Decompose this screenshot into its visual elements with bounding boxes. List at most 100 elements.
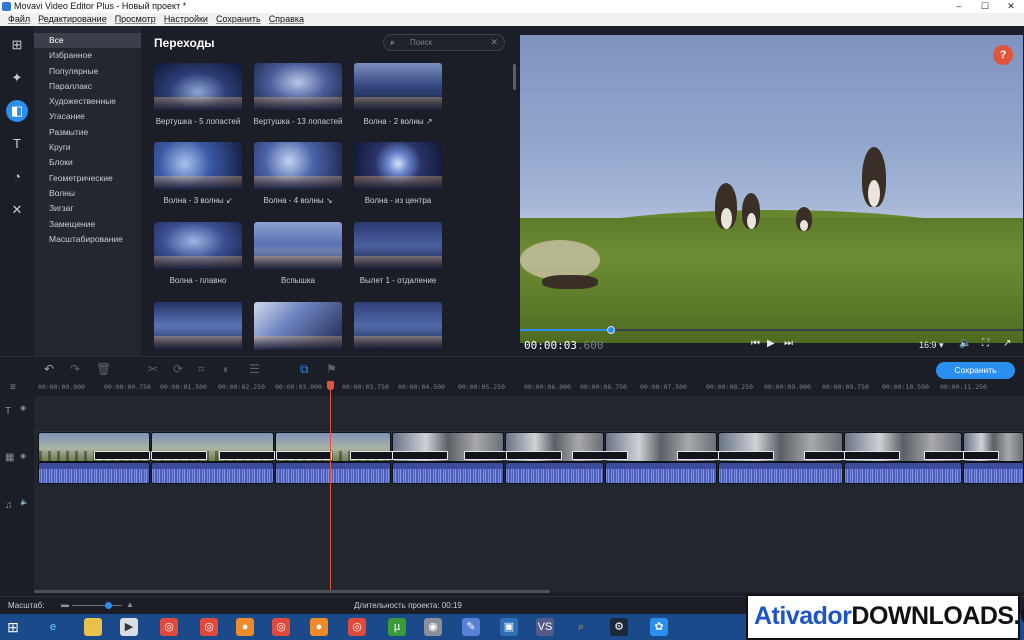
close-button[interactable]: ✕	[998, 0, 1024, 13]
paint-icon[interactable]: ✎	[462, 618, 480, 636]
filters-icon[interactable]: ◔	[6, 166, 28, 188]
audio-clip[interactable]	[844, 462, 962, 484]
audio-clip[interactable]	[38, 462, 150, 484]
menu-edit[interactable]: Редактирование	[34, 13, 111, 26]
transition-thumbnail[interactable]	[154, 63, 242, 111]
stabilize-icon[interactable]: ⧉	[300, 362, 309, 377]
cut-icon[interactable]: ✂	[148, 362, 158, 376]
folder-icon[interactable]	[84, 618, 102, 636]
visibility-icon[interactable]: ◉	[20, 404, 26, 412]
transition-thumbnail[interactable]	[254, 142, 342, 190]
category-item[interactable]: Все	[34, 33, 141, 49]
media-player-icon[interactable]: ▶	[120, 618, 138, 636]
transitions-icon[interactable]: ◧	[6, 100, 28, 122]
titles-icon[interactable]: T	[6, 133, 28, 155]
category-item[interactable]: Геометрические	[34, 171, 141, 186]
timeline-scrollbar[interactable]	[34, 590, 550, 593]
fullscreen-icon[interactable]: ⛶	[982, 338, 989, 349]
play-icon[interactable]: ▶	[767, 338, 775, 349]
properties-icon[interactable]: ☰	[249, 362, 260, 376]
steam-icon[interactable]: ⚙	[610, 618, 628, 636]
category-item[interactable]: Художественные	[34, 94, 141, 109]
transition-marker[interactable]	[718, 451, 774, 460]
search-input[interactable]: ⌕ Поиск ✕	[383, 34, 505, 51]
vs-icon[interactable]: VS	[536, 618, 554, 636]
utorrent-icon[interactable]: µ	[388, 618, 406, 636]
transition-marker[interactable]	[844, 451, 900, 460]
transition-marker[interactable]	[276, 451, 332, 460]
volume-icon[interactable]: 🔈	[959, 338, 971, 349]
transition-marker[interactable]	[506, 451, 562, 460]
import-icon[interactable]: ⊞	[6, 34, 28, 56]
transition-thumbnail[interactable]	[254, 63, 342, 111]
zoom-in-icon[interactable]: ▲	[126, 600, 134, 609]
category-item[interactable]: Блоки	[34, 155, 141, 170]
video-preview[interactable]: ?	[520, 35, 1023, 343]
clear-icon[interactable]: ✕	[490, 37, 498, 48]
browser-ie-icon[interactable]: e	[44, 618, 62, 636]
transition-thumbnail[interactable]	[354, 63, 442, 111]
zoom-knob[interactable]	[105, 602, 112, 609]
transition-thumbnail[interactable]	[354, 222, 442, 270]
add-track-icon[interactable]: ≡	[10, 382, 16, 393]
category-item[interactable]: Зигзаг	[34, 201, 141, 216]
transition-thumbnail[interactable]	[254, 302, 342, 350]
firefox-icon[interactable]: ●	[310, 618, 328, 636]
magic-wand-icon[interactable]: ✦	[6, 67, 28, 89]
category-item[interactable]: Размытие	[34, 125, 141, 140]
transition-thumbnail[interactable]	[154, 302, 242, 350]
firefox-icon[interactable]: ●	[236, 618, 254, 636]
chrome-icon[interactable]: ◎	[272, 618, 290, 636]
audio-clip[interactable]	[605, 462, 717, 484]
playhead-handle[interactable]	[327, 381, 334, 390]
transition-marker[interactable]	[392, 451, 448, 460]
audio-clip[interactable]	[505, 462, 604, 484]
start-icon[interactable]: ⊞	[4, 618, 22, 636]
category-item[interactable]: Волны	[34, 186, 141, 201]
menu-help[interactable]: Справка	[265, 13, 308, 26]
transition-thumbnail[interactable]	[154, 222, 242, 270]
menu-settings[interactable]: Настройки	[160, 13, 212, 26]
audio-clip[interactable]	[151, 462, 274, 484]
category-item[interactable]: Популярные	[34, 64, 141, 79]
disc-icon[interactable]: ◉	[424, 618, 442, 636]
transition-marker[interactable]	[572, 451, 628, 460]
transition-marker[interactable]	[219, 451, 275, 460]
minimize-button[interactable]: –	[946, 0, 972, 13]
maximize-button[interactable]: ☐	[972, 0, 998, 13]
detach-preview-icon[interactable]: ↗	[1003, 338, 1011, 349]
playback-progress[interactable]	[520, 326, 1023, 334]
transition-marker[interactable]	[151, 451, 207, 460]
category-item[interactable]: Круги	[34, 140, 141, 155]
transition-marker[interactable]	[94, 451, 150, 460]
text-track[interactable]	[34, 396, 1024, 432]
chrome-icon[interactable]: ◎	[160, 618, 178, 636]
category-item[interactable]: Угасание	[34, 109, 141, 124]
color-adjust-icon[interactable]: ◐	[223, 362, 230, 376]
marker-icon[interactable]: ⚑	[326, 362, 337, 376]
delete-icon[interactable]: 🗑	[96, 362, 111, 376]
tools-icon[interactable]: ✕	[6, 199, 28, 221]
transition-marker[interactable]	[963, 451, 999, 460]
category-item[interactable]: Избранное	[34, 48, 141, 63]
zoom-slider[interactable]	[72, 605, 122, 606]
help-icon[interactable]: ?	[993, 45, 1013, 65]
timeline-ruler[interactable]: 00:00:00.000 00:00:00.750 00:00:01.500 0…	[34, 382, 1024, 396]
transition-thumbnail[interactable]	[354, 302, 442, 350]
audio-clip[interactable]	[392, 462, 504, 484]
audio-clip[interactable]	[275, 462, 391, 484]
movavi-icon[interactable]: ✿	[650, 618, 668, 636]
redo-icon[interactable]: ↷	[70, 362, 80, 376]
category-item[interactable]: Параллакс	[34, 79, 141, 94]
transition-thumbnail[interactable]	[254, 222, 342, 270]
category-item[interactable]: Замещение	[34, 217, 141, 232]
category-item[interactable]: Масштабирование	[34, 232, 141, 247]
skip-back-icon[interactable]: ⏮	[751, 338, 760, 349]
transition-thumbnail[interactable]	[154, 142, 242, 190]
menu-file[interactable]: Файл	[4, 13, 34, 26]
app-icon-generic[interactable]: ▣	[500, 618, 518, 636]
save-button[interactable]: Сохранить	[936, 362, 1015, 379]
transition-thumbnail[interactable]	[354, 142, 442, 190]
progress-knob[interactable]	[606, 326, 615, 334]
crop-icon[interactable]: ⌗	[198, 362, 205, 377]
